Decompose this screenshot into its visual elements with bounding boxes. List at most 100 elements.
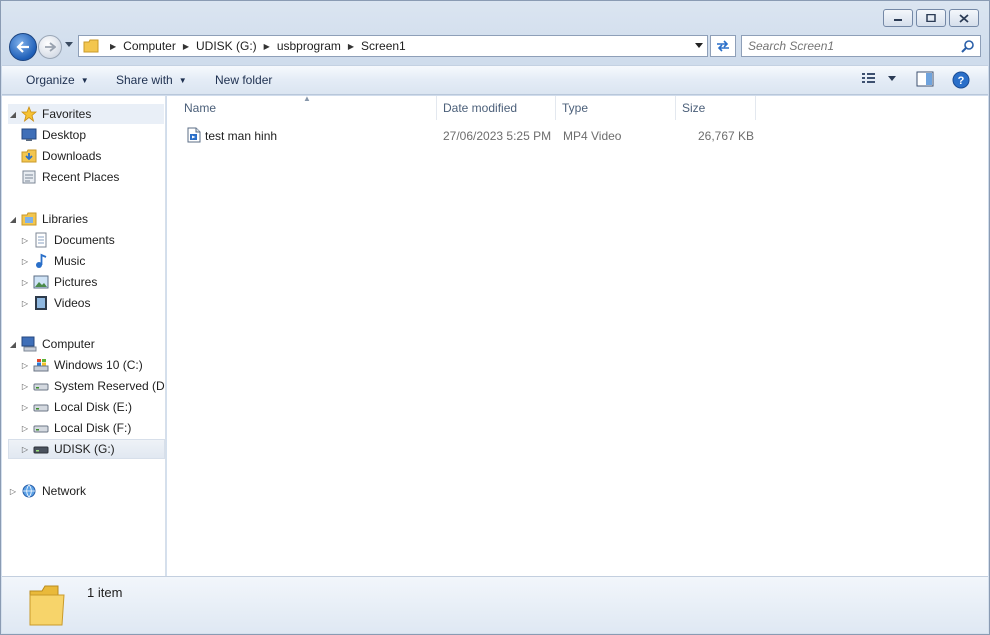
collapse-arrow-icon[interactable]: ▷	[20, 299, 30, 308]
nav-computer[interactable]: ◢ Computer	[8, 334, 95, 354]
collapse-arrow-icon[interactable]: ▷	[20, 424, 30, 433]
nav-recent-places[interactable]: Recent Places	[20, 167, 119, 187]
share-with-button[interactable]: Share with ▼	[116, 73, 187, 87]
expand-arrow-icon[interactable]: ◢	[8, 215, 18, 224]
navigation-pane: ◢ Favorites Desktop Downloads Recent Pla…	[2, 96, 166, 576]
nav-label: Recent Places	[42, 170, 120, 184]
computer-icon	[20, 336, 38, 352]
nav-pictures[interactable]: ▷ Pictures	[20, 272, 97, 292]
nav-label: Videos	[54, 296, 91, 310]
column-label: Size	[682, 101, 706, 115]
breadcrumb-computer[interactable]: Computer	[123, 39, 176, 53]
expand-arrow-icon[interactable]: ◢	[8, 110, 18, 119]
column-header-date[interactable]: Date modified	[437, 96, 556, 120]
music-icon	[32, 253, 50, 269]
nav-network[interactable]: ▷ Network	[8, 481, 86, 501]
search-icon[interactable]	[961, 39, 975, 53]
close-icon	[959, 13, 969, 23]
nav-label: Favorites	[42, 107, 92, 121]
forward-button[interactable]	[38, 35, 62, 59]
close-button[interactable]	[949, 9, 979, 27]
breadcrumb-usbprogram[interactable]: usbprogram	[277, 39, 341, 53]
nav-music[interactable]: ▷ Music	[20, 251, 85, 271]
nav-label: Computer	[42, 337, 95, 351]
forward-arrow-icon	[45, 42, 56, 52]
nav-desktop[interactable]: Desktop	[20, 125, 86, 145]
folder-icon	[83, 39, 99, 53]
nav-drive-g[interactable]: ▷ UDISK (G:)	[8, 439, 165, 459]
nav-documents[interactable]: ▷ Documents	[20, 230, 115, 250]
column-header-name[interactable]: Name ▲	[167, 94, 437, 120]
change-view-button[interactable]	[860, 71, 898, 85]
search-input[interactable]	[742, 36, 952, 56]
item-count: 1 item	[87, 585, 123, 600]
breadcrumb-screen1[interactable]: Screen1	[361, 39, 406, 53]
back-arrow-icon	[16, 41, 29, 53]
help-button[interactable]: ?	[952, 71, 970, 89]
nav-drive-e[interactable]: ▷ Local Disk (E:)	[20, 397, 132, 417]
nav-drive-f[interactable]: ▷ Local Disk (F:)	[20, 418, 131, 438]
nav-libraries[interactable]: ◢ Libraries	[8, 209, 88, 229]
back-button[interactable]	[9, 33, 37, 61]
collapse-arrow-icon[interactable]: ▷	[20, 382, 30, 391]
minimize-button[interactable]	[883, 9, 913, 27]
address-dropdown-icon[interactable]	[695, 43, 703, 49]
downloads-icon	[20, 148, 38, 164]
collapse-arrow-icon[interactable]: ▷	[8, 487, 18, 496]
file-row[interactable]: test man hinh 27/06/2023 5:25 PM MP4 Vid…	[179, 126, 759, 146]
collapse-arrow-icon[interactable]: ▷	[20, 257, 30, 266]
breadcrumb-separator[interactable]: ▶	[264, 42, 270, 51]
chevron-down-icon: ▼	[178, 75, 187, 85]
organize-button[interactable]: Organize ▼	[26, 73, 89, 87]
column-header-size[interactable]: Size	[676, 96, 756, 120]
nav-drive-d[interactable]: ▷ System Reserved (D:	[20, 376, 166, 396]
nav-label: Windows 10 (C:)	[54, 358, 143, 372]
nav-drive-c[interactable]: ▷ Windows 10 (C:)	[20, 355, 143, 375]
nav-favorites[interactable]: ◢ Favorites	[8, 104, 164, 124]
windows-drive-icon	[32, 357, 50, 373]
nav-label: Network	[42, 484, 87, 498]
file-date: 27/06/2023 5:25 PM	[443, 129, 552, 143]
collapse-arrow-icon[interactable]: ▷	[20, 236, 30, 245]
collapse-arrow-icon[interactable]: ▷	[20, 403, 30, 412]
preview-pane-button[interactable]	[916, 71, 934, 87]
new-folder-button[interactable]: New folder	[215, 73, 272, 87]
breadcrumb-separator[interactable]: ▶	[183, 42, 189, 51]
column-label: Date modified	[443, 101, 518, 115]
libraries-icon	[20, 211, 38, 227]
file-size: 26,767 KB	[698, 129, 755, 143]
new-folder-label: New folder	[215, 73, 273, 87]
maximize-icon	[926, 14, 936, 22]
share-with-label: Share with	[116, 73, 173, 87]
nav-label: Pictures	[54, 275, 98, 289]
documents-icon	[32, 232, 50, 248]
breadcrumb-udisk[interactable]: UDISK (G:)	[196, 39, 257, 53]
organize-label: Organize	[26, 73, 75, 87]
breadcrumb-separator[interactable]: ▶	[348, 42, 354, 51]
collapse-arrow-icon[interactable]: ▷	[20, 278, 30, 287]
nav-label: Local Disk (F:)	[54, 421, 132, 435]
refresh-button[interactable]	[710, 35, 736, 57]
recent-pages-dropdown-icon[interactable]	[65, 42, 73, 48]
network-icon	[20, 483, 38, 499]
nav-downloads[interactable]: Downloads	[20, 146, 101, 166]
collapse-arrow-icon[interactable]: ▷	[20, 445, 30, 454]
address-bar[interactable]: ▶ Computer ▶ UDISK (G:) ▶ usbprogram ▶ S…	[78, 35, 708, 57]
sort-ascending-icon: ▲	[303, 94, 311, 103]
expand-arrow-icon[interactable]: ◢	[8, 340, 18, 349]
chevron-down-icon	[888, 76, 896, 81]
folder-icon	[29, 585, 65, 626]
nav-videos[interactable]: ▷ Videos	[20, 293, 90, 313]
column-label: Name	[184, 101, 217, 115]
usb-drive-icon	[32, 441, 50, 457]
maximize-button[interactable]	[916, 9, 946, 27]
collapse-arrow-icon[interactable]: ▷	[20, 361, 30, 370]
breadcrumb-separator[interactable]: ▶	[110, 42, 116, 51]
drive-icon	[32, 420, 50, 436]
file-name[interactable]: test man hinh	[205, 129, 277, 143]
command-bar: Organize ▼ Share with ▼ New folder ?	[2, 65, 988, 95]
column-label: Type	[562, 101, 589, 115]
column-header-type[interactable]: Type	[556, 96, 676, 120]
nav-label: Local Disk (E:)	[54, 400, 133, 414]
nav-label: System Reserved (D:	[54, 379, 166, 393]
